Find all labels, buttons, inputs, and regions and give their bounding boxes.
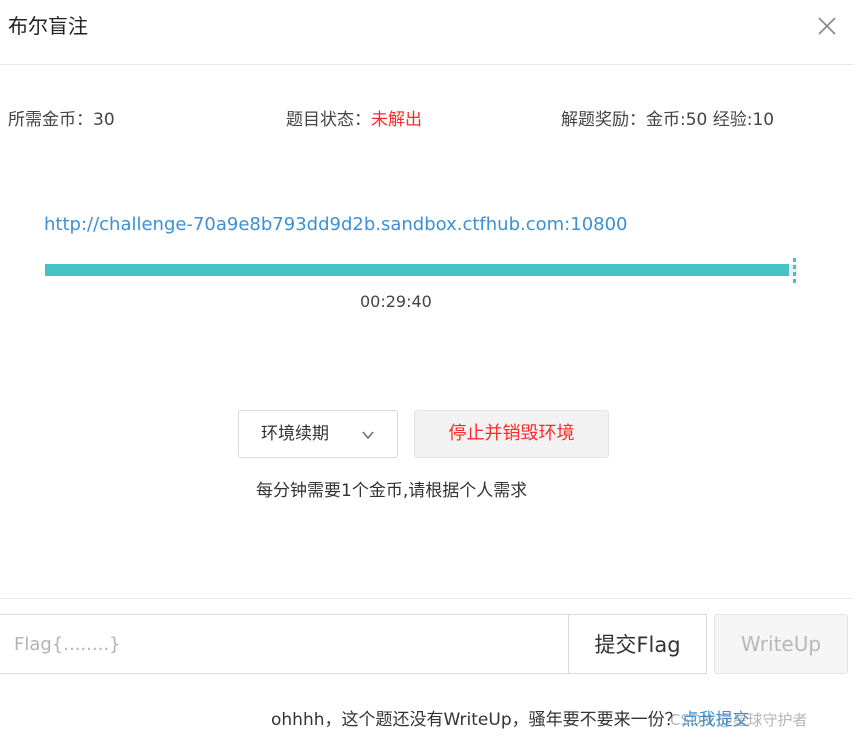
challenge-info-row: 所需金币：30 题目状态：未解出 解题奖励：金币:50 经验:10 [0,106,853,134]
challenge-dialog: 布尔盲注 所需金币：30 题目状态：未解出 解题奖励：金币:50 经验:10 h… [0,0,853,737]
renew-environment-label: 环境续期 [261,424,329,444]
solve-reward: 解题奖励：金币:50 经验:10 [561,106,774,134]
close-button[interactable] [813,12,841,40]
dialog-title: 布尔盲注 [8,14,88,38]
submit-flag-button[interactable]: 提交Flag [568,614,707,674]
remaining-time: 00:29:40 [360,292,432,311]
chevron-down-icon [361,428,375,442]
writeup-footer-text: ohhhh，这个题还没有WriteUp，骚年要不要来一份？ [271,710,682,730]
challenge-status: 题目状态：未解出 [286,106,422,134]
environment-time-progress-fill [45,264,790,276]
environment-time-progress [45,264,797,276]
close-icon [818,17,836,35]
solve-reward-label: 解题奖励： [561,110,646,130]
challenge-status-value: 未解出 [371,110,422,130]
challenge-url-link[interactable]: http://challenge-70a9e8b793dd9d2b.sandbo… [44,212,628,238]
writeup-button[interactable]: WriteUp [714,614,848,674]
renew-environment-dropdown[interactable]: 环境续期 [238,410,398,458]
required-coins-value: 30 [93,110,115,130]
coin-cost-note: 每分钟需要1个金币,请根据个人需求 [256,481,528,501]
required-coins: 所需金币：30 [8,106,115,134]
writeup-footer-note: ohhhh，这个题还没有WriteUp，骚年要不要来一份？点我提交 [271,707,750,733]
progress-end-marker [793,258,796,284]
dialog-header: 布尔盲注 [0,0,853,65]
required-coins-label: 所需金币： [8,110,93,130]
challenge-status-label: 题目状态： [286,110,371,130]
solve-reward-value: 金币:50 经验:10 [646,110,775,130]
submit-writeup-link[interactable]: 点我提交 [682,710,750,730]
stop-destroy-environment-button[interactable]: 停止并销毁环境 [414,410,609,458]
section-divider [0,598,853,599]
flag-input[interactable] [0,614,569,674]
